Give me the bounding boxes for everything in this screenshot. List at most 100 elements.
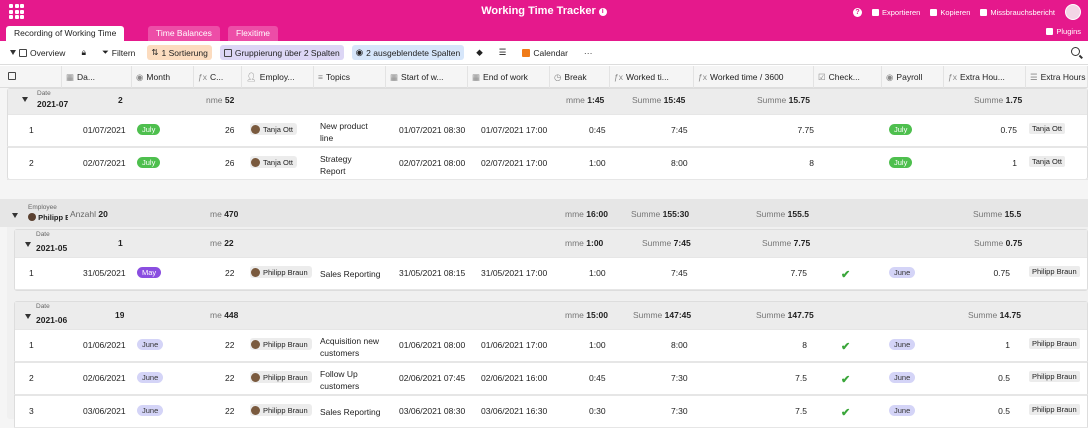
employee-cell[interactable]: Tanja Ott bbox=[250, 123, 298, 136]
lock-button[interactable]: 🔒︎ bbox=[77, 45, 90, 60]
date-cell[interactable]: 02/07/2021 bbox=[83, 158, 126, 168]
check-icon[interactable]: ✔ bbox=[841, 340, 850, 353]
break-cell[interactable]: 1:00 bbox=[589, 340, 606, 350]
end-cell[interactable]: 31/05/2021 17:00 bbox=[481, 268, 547, 278]
employee-cell[interactable]: Philipp Braun bbox=[250, 371, 312, 384]
export-button[interactable]: Exportieren bbox=[872, 8, 920, 17]
tab-time-balances[interactable]: Time Balances bbox=[148, 26, 220, 41]
date-cell[interactable]: 01/07/2021 bbox=[83, 125, 126, 135]
col-extra-hours[interactable]: ☰ Extra Hours bbox=[1026, 66, 1088, 88]
col-worked[interactable]: ƒx Worked ti... bbox=[610, 66, 694, 88]
group-button[interactable]: Gruppierung über 2 Spalten bbox=[219, 45, 344, 60]
date-cell[interactable]: 02/06/2021 bbox=[83, 373, 126, 383]
col-employee[interactable]: 👤︎ Employ... bbox=[242, 66, 314, 88]
group-toggle[interactable] bbox=[22, 94, 28, 104]
search-icon[interactable] bbox=[1071, 47, 1080, 56]
topics-cell[interactable]: New product line bbox=[320, 120, 368, 144]
report-abuse-button[interactable]: Missbrauchsbericht bbox=[980, 8, 1055, 17]
calendar-button[interactable]: Calendar bbox=[518, 45, 572, 60]
employee-cell[interactable]: Philipp Braun bbox=[250, 338, 312, 351]
extra-hours-link-cell[interactable]: Tanja Ott bbox=[1029, 156, 1066, 167]
break-cell[interactable]: 0:30 bbox=[589, 406, 606, 416]
extra-hours-link-cell[interactable]: Philipp Braun bbox=[1029, 404, 1080, 415]
topics-cell[interactable]: Sales Reporting bbox=[320, 268, 380, 280]
payroll-cell[interactable]: June bbox=[889, 267, 916, 278]
row-height-button[interactable]: ☰ bbox=[495, 45, 511, 60]
end-cell[interactable]: 02/07/2021 17:00 bbox=[481, 158, 547, 168]
col-break[interactable]: ◷ Break bbox=[550, 66, 610, 88]
month-cell[interactable]: May bbox=[137, 267, 162, 278]
col-extra-hours-formula[interactable]: ƒx Extra Hou... bbox=[944, 66, 1026, 88]
end-cell[interactable]: 03/06/2021 16:30 bbox=[481, 406, 547, 416]
employee-group-toggle[interactable] bbox=[12, 210, 18, 220]
filter-button[interactable]: ⏷ Filtern bbox=[98, 45, 139, 60]
check-icon[interactable]: ✔ bbox=[841, 268, 850, 281]
month-cell[interactable]: June bbox=[137, 405, 164, 416]
check-icon[interactable]: ✔ bbox=[841, 406, 850, 419]
extra-hours-link-cell[interactable]: Philipp Braun bbox=[1029, 338, 1080, 349]
user-avatar[interactable] bbox=[1065, 4, 1081, 20]
check-icon[interactable]: ✔ bbox=[841, 373, 850, 386]
employee-cell[interactable]: Philipp Braun bbox=[250, 404, 312, 417]
extra-hours-link-cell[interactable]: Philipp Braun bbox=[1029, 371, 1080, 382]
info-icon[interactable]: i bbox=[598, 8, 607, 16]
table-row[interactable]: 3 03/06/2021 June 22 Philipp Braun Sales Repo… bbox=[14, 395, 1088, 428]
end-cell[interactable]: 01/06/2021 17:00 bbox=[481, 340, 547, 350]
date-cell[interactable]: 01/06/2021 bbox=[83, 340, 126, 350]
col-end[interactable]: ▦ End of work bbox=[468, 66, 550, 88]
payroll-cell[interactable]: June bbox=[889, 339, 916, 350]
month-cell[interactable]: July bbox=[137, 124, 161, 135]
col-month[interactable]: ◉ Month bbox=[132, 66, 194, 88]
break-cell[interactable]: 0:45 bbox=[589, 125, 606, 135]
more-button[interactable]: ··· bbox=[580, 45, 597, 60]
col-check[interactable]: ☑ Check... bbox=[814, 66, 882, 88]
start-cell[interactable]: 01/06/2021 08:00 bbox=[399, 340, 465, 350]
help-icon[interactable]: ? bbox=[853, 7, 862, 17]
start-cell[interactable]: 31/05/2021 08:15 bbox=[399, 268, 465, 278]
payroll-cell[interactable]: July bbox=[889, 124, 913, 135]
employee-cell[interactable]: Philipp Braun bbox=[250, 266, 312, 279]
hidden-columns-button[interactable]: ◉ 2 ausgeblendete Spalten bbox=[351, 45, 465, 60]
topics-cell[interactable]: Strategy Report bbox=[320, 153, 352, 177]
row-color-button[interactable]: ◆ bbox=[472, 45, 487, 60]
start-cell[interactable]: 01/07/2021 08:30 bbox=[399, 125, 465, 135]
date-cell[interactable]: 03/06/2021 bbox=[83, 406, 126, 416]
start-cell[interactable]: 02/07/2021 08:00 bbox=[399, 158, 465, 168]
payroll-cell[interactable]: July bbox=[889, 157, 913, 168]
tab-recording[interactable]: Recording of Working Time bbox=[6, 26, 125, 41]
view-selector[interactable]: Overview bbox=[6, 45, 69, 60]
start-cell[interactable]: 03/06/2021 08:30 bbox=[399, 406, 465, 416]
group-toggle[interactable] bbox=[25, 239, 31, 249]
table-row[interactable]: 2 02/07/2021 July 26 Tanja Ott Strategy Report… bbox=[7, 147, 1088, 180]
select-all-checkbox[interactable] bbox=[0, 66, 62, 88]
tab-flexitime[interactable]: Flexitime bbox=[228, 26, 279, 41]
extra-hours-link-cell[interactable]: Tanja Ott bbox=[1029, 123, 1066, 134]
end-cell[interactable]: 02/06/2021 16:00 bbox=[481, 373, 547, 383]
break-cell[interactable]: 0:45 bbox=[589, 373, 606, 383]
col-payroll[interactable]: ◉ Payroll bbox=[882, 66, 944, 88]
payroll-cell[interactable]: June bbox=[889, 372, 916, 383]
col-worked-3600[interactable]: ƒx Worked time / 3600 bbox=[694, 66, 814, 88]
sort-button[interactable]: ⇅ 1 Sortierung bbox=[147, 45, 212, 60]
break-cell[interactable]: 1:00 bbox=[589, 268, 606, 278]
table-row[interactable]: 2 02/06/2021 June 22 Philipp Braun Follow Up c… bbox=[14, 362, 1088, 395]
topics-cell[interactable]: Acquisition new customers bbox=[320, 335, 379, 359]
group-toggle[interactable] bbox=[25, 311, 31, 321]
date-cell[interactable]: 31/05/2021 bbox=[83, 268, 126, 278]
payroll-cell[interactable]: June bbox=[889, 405, 916, 416]
plugins-button[interactable]: Plugins bbox=[1046, 27, 1081, 36]
extra-hours-link-cell[interactable]: Philipp Braun bbox=[1029, 266, 1080, 277]
table-row[interactable]: 1 31/05/2021 May 22 Philipp Braun Sales Repor… bbox=[14, 257, 1088, 290]
month-cell[interactable]: June bbox=[137, 339, 164, 350]
month-cell[interactable]: July bbox=[137, 157, 161, 168]
table-row[interactable]: 1 01/07/2021 July 26 Tanja Ott New product lin… bbox=[7, 114, 1088, 147]
break-cell[interactable]: 1:00 bbox=[589, 158, 606, 168]
month-cell[interactable]: June bbox=[137, 372, 164, 383]
col-date[interactable]: ▦ Da... bbox=[62, 66, 132, 88]
topics-cell[interactable]: Follow Up customers bbox=[320, 368, 359, 392]
col-start[interactable]: ▦ Start of w... bbox=[386, 66, 468, 88]
col-c[interactable]: ƒx C... bbox=[194, 66, 242, 88]
employee-cell[interactable]: Tanja Ott bbox=[250, 156, 298, 169]
col-topics[interactable]: ≡ Topics bbox=[314, 66, 386, 88]
start-cell[interactable]: 02/06/2021 07:45 bbox=[399, 373, 465, 383]
